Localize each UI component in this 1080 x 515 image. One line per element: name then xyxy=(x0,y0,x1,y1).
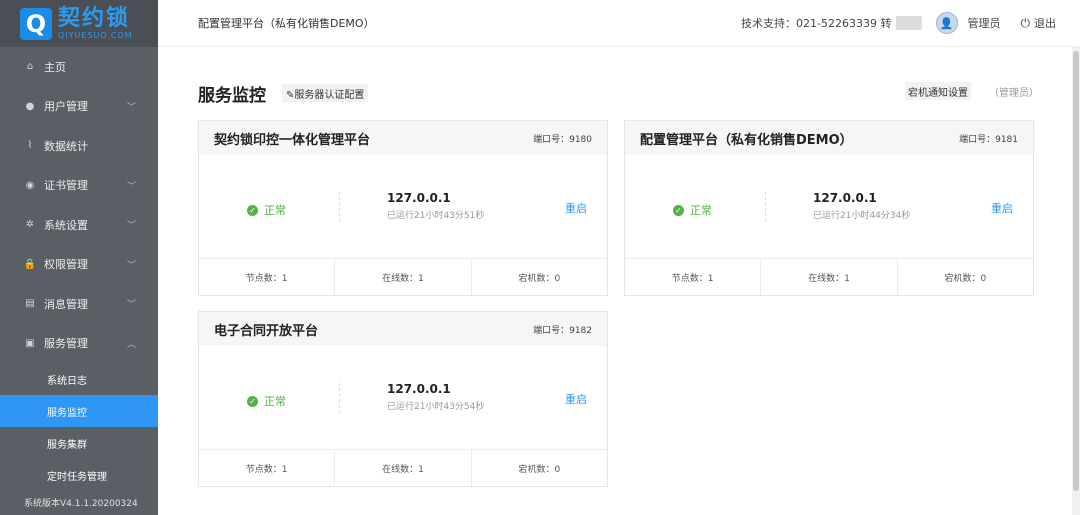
logo-mark: Q xyxy=(20,7,52,40)
service-title: 电子合同开放平台 xyxy=(214,323,319,339)
sidebar-subitem-system-log[interactable]: 系统日志 xyxy=(0,363,158,395)
restart-button[interactable]: 重启 xyxy=(991,200,1013,216)
page-title: 服务监控 xyxy=(198,86,266,106)
server-auth-config-button[interactable]: ✎服务器认证配置 xyxy=(282,84,369,102)
service-icon: ▣ xyxy=(25,337,35,349)
chart-icon: ⌇ xyxy=(27,140,33,152)
sidebar-subitem-service-cluster[interactable]: 服务集群 xyxy=(0,427,158,459)
sidebar-item-label: 证书管理 xyxy=(44,179,88,193)
power-icon: ⏻ xyxy=(1020,15,1031,30)
home-icon: ⌂ xyxy=(26,61,34,73)
notify-role-label: （管理员） xyxy=(989,88,1039,99)
chevron-down-icon: ﹀ xyxy=(126,260,136,271)
sidebar-item-stats[interactable]: ⌇ 数据统计 xyxy=(0,126,158,166)
sidebar-item-certs[interactable]: ◉ 证书管理 ﹀ xyxy=(0,166,158,206)
chevron-down-icon: ﹀ xyxy=(126,300,136,311)
restart-button[interactable]: 重启 xyxy=(565,391,587,407)
sidebar-item-users[interactable]: ● 用户管理 ﹀ xyxy=(0,87,158,127)
service-title: 契约锁印控一体化管理平台 xyxy=(214,132,371,148)
check-circle-icon: ✓ xyxy=(673,204,684,216)
down-count: 宕机数：0 xyxy=(518,273,561,284)
service-port: 端口号：9180 xyxy=(533,134,592,145)
system-version: 系统版本V4.1.1.20200324 xyxy=(24,499,138,509)
service-uptime: 已运行21小时43分54秒 xyxy=(387,402,485,412)
sidebar-item-label: 服务管理 xyxy=(44,337,88,351)
message-icon: ▤ xyxy=(25,298,35,310)
service-card: 配置管理平台（私有化销售DEMO） 端口号：9181 ✓ 正常 127.0.0.… xyxy=(624,120,1034,296)
chevron-down-icon: ﹀ xyxy=(126,221,136,232)
down-count: 宕机数：0 xyxy=(518,464,561,475)
sidebar-item-messages[interactable]: ▤ 消息管理 ﹀ xyxy=(0,284,158,324)
service-ip: 127.0.0.1 xyxy=(387,382,451,396)
sidebar-item-label: 数据统计 xyxy=(44,139,88,153)
status-label: 正常 xyxy=(690,204,712,217)
logo[interactable]: Q 契约锁 QIYUESUO.COM xyxy=(0,0,158,47)
service-card: 契约锁印控一体化管理平台 端口号：9180 ✓ 正常 127.0.0.1 已运行… xyxy=(198,120,608,296)
sidebar-item-home[interactable]: ⌂ 主页 xyxy=(0,47,158,87)
node-count: 节点数：1 xyxy=(199,450,336,486)
sidebar-item-label: 主页 xyxy=(44,60,66,74)
divider xyxy=(339,192,340,222)
user-icon: ● xyxy=(25,100,35,112)
chevron-down-icon: ﹀ xyxy=(126,102,136,113)
service-title: 配置管理平台（私有化销售DEMO） xyxy=(640,132,853,148)
service-uptime: 已运行21小时44分34秒 xyxy=(813,211,911,221)
down-count: 宕机数：0 xyxy=(944,273,987,284)
sidebar-subitem-service-monitor[interactable]: 服务监控 xyxy=(0,395,158,427)
chevron-down-icon: ﹀ xyxy=(126,181,136,192)
node-count: 节点数：1 xyxy=(199,259,336,295)
restart-button[interactable]: 重启 xyxy=(565,200,587,216)
scrollbar-thumb[interactable] xyxy=(1073,51,1079,491)
divider xyxy=(765,192,766,222)
service-port: 端口号：9182 xyxy=(533,325,592,336)
redacted-extension xyxy=(895,16,922,30)
service-ip: 127.0.0.1 xyxy=(813,191,877,205)
check-circle-icon: ✓ xyxy=(247,204,258,216)
sidebar-item-label: 权限管理 xyxy=(44,258,88,272)
certificate-icon: ◉ xyxy=(25,179,35,191)
avatar[interactable]: 👤 xyxy=(935,12,958,34)
logo-name: 契约锁 xyxy=(58,6,131,31)
admin-label[interactable]: 管理员 xyxy=(968,15,1001,31)
sidebar-item-label: 消息管理 xyxy=(44,297,88,311)
sidebar-item-label: 用户管理 xyxy=(44,100,88,114)
service-ip: 127.0.0.1 xyxy=(387,191,451,205)
check-circle-icon: ✓ xyxy=(247,395,258,407)
sidebar-item-permissions[interactable]: 🔒 权限管理 ﹀ xyxy=(0,245,158,285)
logout-button[interactable]: ⏻ 退出 xyxy=(1021,15,1057,31)
header-title: 配置管理平台（私有化销售DEMO） xyxy=(198,17,375,30)
lock-icon: 🔒 xyxy=(23,258,37,270)
online-count: 在线数：1 xyxy=(761,259,898,295)
logo-sub: QIYUESUO.COM xyxy=(58,31,133,40)
node-count: 节点数：1 xyxy=(625,259,762,295)
online-count: 在线数：1 xyxy=(335,259,472,295)
status-label: 正常 xyxy=(264,204,286,217)
sidebar-item-services[interactable]: ▣ 服务管理 ︿ xyxy=(0,324,158,364)
gear-icon: ✲ xyxy=(25,219,35,231)
online-count: 在线数：1 xyxy=(335,450,472,486)
service-card: 电子合同开放平台 端口号：9182 ✓ 正常 127.0.0.1 已运行21小时… xyxy=(198,311,608,487)
chevron-up-icon: ︿ xyxy=(126,339,136,350)
service-port: 端口号：9181 xyxy=(959,134,1018,145)
top-header: 配置管理平台（私有化销售DEMO） 技术支持：021-52263339 转 👤 … xyxy=(158,0,1080,47)
sidebar-menu: ⌂ 主页 ● 用户管理 ﹀ ⌇ 数据统计 ◉ 证书管理 ﹀ ✲ 系统设置 ﹀ 🔒… xyxy=(0,47,158,491)
sidebar-item-label: 系统设置 xyxy=(44,218,88,232)
sidebar-item-settings[interactable]: ✲ 系统设置 ﹀ xyxy=(0,205,158,245)
service-status: ✓ 正常 xyxy=(247,202,286,218)
status-label: 正常 xyxy=(264,395,286,408)
service-uptime: 已运行21小时43分51秒 xyxy=(387,211,485,221)
sidebar-subitem-scheduled-tasks[interactable]: 定时任务管理 xyxy=(0,459,158,491)
downtime-notify-button[interactable]: 宕机通知设置 xyxy=(905,82,971,100)
vertical-scrollbar[interactable] xyxy=(1072,47,1080,515)
service-status: ✓ 正常 xyxy=(247,393,286,409)
main-content: 服务监控 ✎服务器认证配置 宕机通知设置 （管理员） 契约锁印控一体化管理平台 … xyxy=(158,47,1080,515)
sidebar: Q 契约锁 QIYUESUO.COM ⌂ 主页 ● 用户管理 ﹀ ⌇ 数据统计 … xyxy=(0,0,158,515)
support-phone: 技术支持：021-52263339 转 xyxy=(741,17,892,30)
service-status: ✓ 正常 xyxy=(673,202,712,218)
logout-label: 退出 xyxy=(1034,17,1056,30)
divider xyxy=(339,383,340,413)
